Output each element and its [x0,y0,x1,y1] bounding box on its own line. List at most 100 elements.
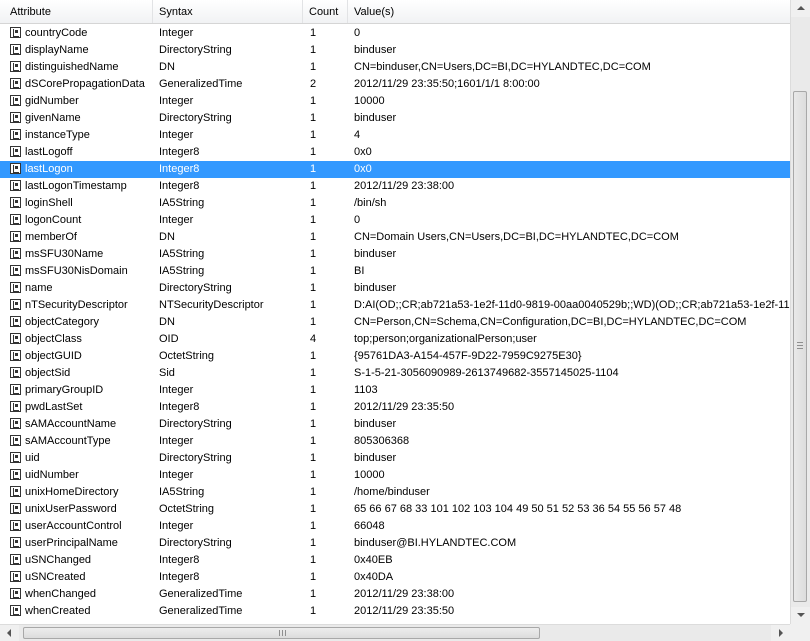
attribute-value: binduser [354,452,397,464]
table-row[interactable]: givenName DirectoryString 1 binduser [0,110,790,127]
table-row[interactable]: userAccountControl Integer 1 66048 [0,518,790,535]
table-row[interactable]: uSNChanged Integer8 1 0x40EB [0,552,790,569]
table-row[interactable]: countryCode Integer 1 0 [0,25,790,42]
table-row[interactable]: objectCategory DN 1 CN=Person,CN=Schema,CN=… [0,314,790,331]
attribute-count: 1 [310,452,317,464]
attribute-syntax: NTSecurityDescriptor [159,299,264,311]
table-row[interactable]: lastLogonTimestamp Integer8 1 2012/11/29 23… [0,178,790,195]
attribute-count: 4 [310,333,317,345]
table-row[interactable]: pwdLastSet Integer8 1 2012/11/29 23:35:50 [0,399,790,416]
table-row[interactable]: distinguishedName DN 1 CN=binduser,CN=Users… [0,59,790,76]
table-row[interactable]: dSCorePropagationData GeneralizedTime 2 201… [0,76,790,93]
scroll-left-button[interactable] [0,625,19,641]
attribute-count: 1 [310,418,317,430]
attribute-name: objectClass [25,333,82,345]
attribute-count: 1 [310,299,317,311]
attribute-icon [10,27,21,38]
table-row[interactable]: memberOf DN 1 CN=Domain Users,CN=Users,DC=B… [0,229,790,246]
attribute-count: 1 [310,520,317,532]
attribute-count: 1 [310,350,317,362]
attribute-value: CN=Domain Users,CN=Users,DC=BI,DC=HYLAND… [354,231,679,243]
table-row[interactable]: displayName DirectoryString 1 binduser [0,42,790,59]
horizontal-scrollbar[interactable] [0,624,790,641]
vertical-scroll-thumb[interactable] [793,91,807,602]
attribute-syntax: IA5String [159,265,205,277]
column-header-count[interactable]: Count [303,0,348,23]
attribute-value: 805306368 [354,435,410,447]
table-row[interactable]: nTSecurityDescriptor NTSecurityDescriptor… [0,297,790,314]
table-row[interactable]: lastLogoff Integer8 1 0x0 [0,144,790,161]
table-row[interactable]: msSFU30Name IA5String 1 binduser [0,246,790,263]
attribute-name: objectGUID [25,350,82,362]
attribute-icon [10,163,21,174]
table-row[interactable]: objectClass OID 4 top;person;organizational… [0,331,790,348]
horizontal-scroll-thumb[interactable] [23,627,540,639]
attribute-name: whenCreated [25,605,91,617]
attribute-icon [10,316,21,327]
table-row[interactable]: msSFU30NisDomain IA5String 1 BI [0,263,790,280]
table-row[interactable]: objectSid Sid 1 S-1-5-21-3056090989-2613749… [0,365,790,382]
attribute-rows: countryCode Integer 1 0 displayName Directory… [0,25,790,624]
attribute-name: uSNCreated [25,571,86,583]
attribute-name: objectCategory [25,316,99,328]
table-row[interactable]: objectGUID OctetString 1 {95761DA3-A154-457… [0,348,790,365]
table-row[interactable]: unixHomeDirectory IA5String 1/home/binduse… [0,484,790,501]
table-row[interactable]: lastLogon Integer8 1 0x0 [0,161,790,178]
table-row[interactable]: userPrincipalName DirectoryString 1 binduse… [0,535,790,552]
table-row[interactable]: primaryGroupID Integer 1 1103 [0,382,790,399]
attribute-name: unixUserPassword [25,503,117,515]
attribute-icon [10,333,21,344]
attribute-icon [10,44,21,55]
attribute-count: 1 [310,401,317,413]
attribute-name: lastLogonTimestamp [25,180,127,192]
attribute-syntax: Integer8 [159,163,200,175]
column-header-values[interactable]: Value(s) [348,0,790,23]
attribute-list-view: Attribute Syntax Count Value(s) countryC… [0,0,810,641]
table-row[interactable]: uSNCreated Integer8 1 0x40DA [0,569,790,586]
column-header-attribute[interactable]: Attribute [0,0,153,23]
attribute-value: D:AI(OD;;CR;ab721a53-1e2f-11d0-9819-00aa… [354,299,790,311]
scroll-up-button[interactable] [791,0,810,17]
table-row[interactable]: sAMAccountName DirectoryString 1 binduser [0,416,790,433]
attribute-count: 1 [310,367,317,379]
attribute-name: sAMAccountType [25,435,111,447]
attribute-count: 1 [310,27,317,39]
attribute-value: S-1-5-21-3056090989-2613749682-355714502… [354,367,619,379]
attribute-icon [10,129,21,140]
attribute-count: 1 [310,469,317,481]
attribute-value: 4 [354,129,361,141]
table-row[interactable]: loginShell IA5String 1/bin/sh [0,195,790,212]
table-row[interactable]: name DirectoryString 1 binduser [0,280,790,297]
attribute-count: 1 [310,95,317,107]
table-row[interactable]: whenChanged GeneralizedTime 1 2012/11/29 23… [0,586,790,603]
table-row[interactable]: instanceType Integer 1 4 [0,127,790,144]
attribute-icon [10,197,21,208]
attribute-count: 1 [310,248,317,260]
table-row[interactable]: unixUserPassword OctetString 1 65 66 67 68 … [0,501,790,518]
attribute-name: userAccountControl [25,520,122,532]
column-header-syntax[interactable]: Syntax [153,0,303,23]
table-row[interactable]: uid DirectoryString 1 binduser [0,450,790,467]
attribute-syntax: Integer [159,129,194,141]
scroll-down-button[interactable] [791,607,810,624]
attribute-count: 1 [310,554,317,566]
attribute-syntax: IA5String [159,486,205,498]
attribute-syntax: OID [159,333,179,345]
attribute-icon [10,248,21,259]
attribute-name: uidNumber [25,469,79,481]
attribute-syntax: OctetString [159,350,215,362]
attribute-icon [10,146,21,157]
table-row[interactable]: gidNumber Integer 1 10000 [0,93,790,110]
attribute-syntax: Integer8 [159,146,200,158]
vertical-scrollbar[interactable] [790,0,810,624]
attribute-count: 1 [310,61,317,73]
table-row[interactable]: sAMAccountType Integer 1 805306368 [0,433,790,450]
table-row[interactable]: whenCreated GeneralizedTime 1 2012/11/29 23… [0,603,790,620]
attribute-value: 10000 [354,469,385,481]
table-row[interactable]: uidNumber Integer 1 10000 [0,467,790,484]
attribute-syntax: DN [159,231,175,243]
scroll-right-button[interactable] [771,625,790,641]
table-row[interactable]: logonCount Integer 1 0 [0,212,790,229]
attribute-icon [10,282,21,293]
attribute-count: 2 [310,78,317,90]
